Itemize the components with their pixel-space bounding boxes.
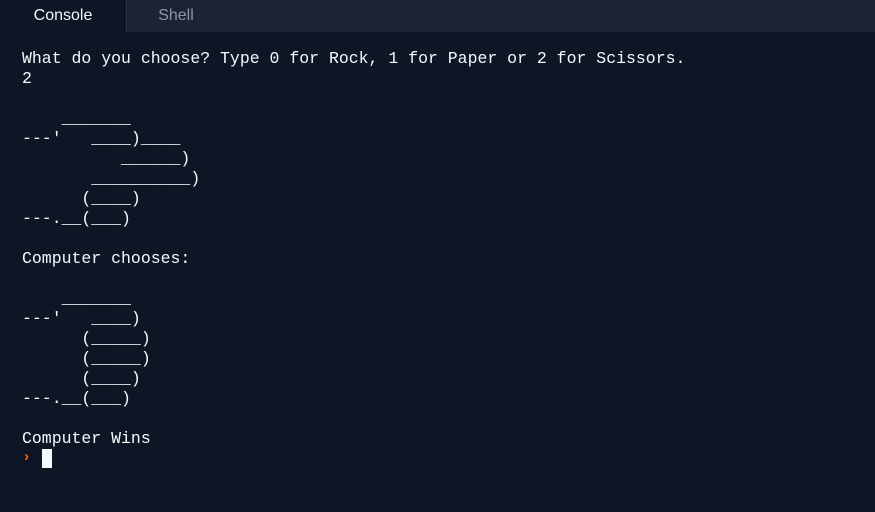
text-cursor[interactable] bbox=[42, 448, 52, 468]
prompt-chevron-icon: › bbox=[22, 449, 32, 466]
console-panel[interactable]: What do you choose? Type 0 for Rock, 1 f… bbox=[0, 32, 875, 512]
tab-bar: Console Shell bbox=[0, 0, 875, 32]
console-output: What do you choose? Type 0 for Rock, 1 f… bbox=[22, 49, 686, 448]
tab-console[interactable]: Console bbox=[0, 0, 126, 32]
console-input-line[interactable]: › bbox=[22, 448, 52, 468]
tab-shell[interactable]: Shell bbox=[127, 0, 225, 32]
